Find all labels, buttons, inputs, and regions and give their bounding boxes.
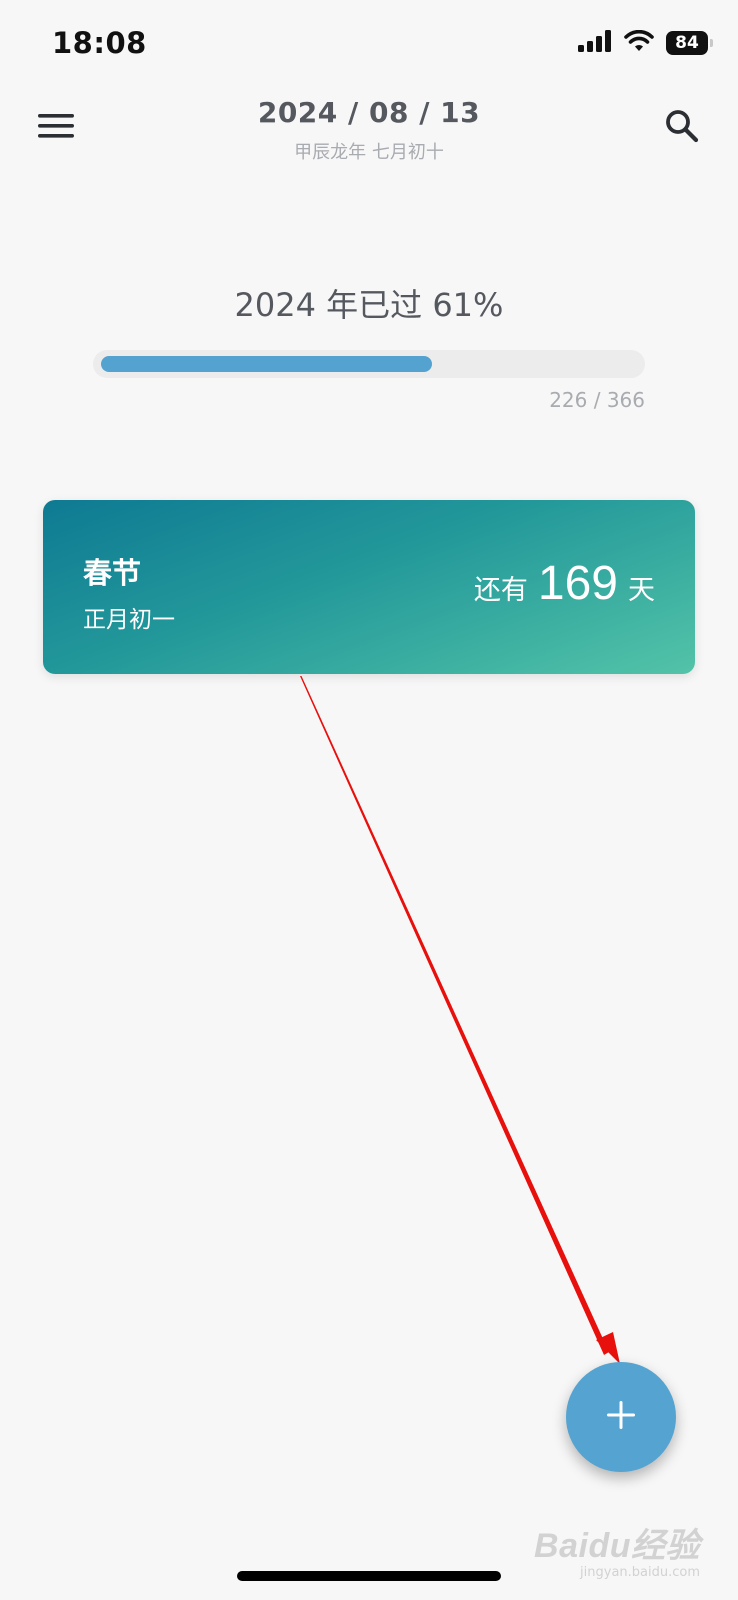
cellular-signal-icon [578,30,612,56]
year-progress-bar [93,350,645,378]
annotation-arrow-shaft [300,676,609,1355]
event-name: 春节 [83,556,142,590]
status-icons: 84 [578,29,713,56]
wifi-icon [624,29,654,56]
annotation-arrow-head [596,1332,620,1364]
countdown-suffix: 天 [628,575,655,606]
search-button[interactable] [660,106,704,150]
search-icon [664,108,700,148]
event-lunar-date: 正月初一 [83,607,175,633]
add-event-button[interactable] [566,1362,676,1472]
home-indicator[interactable] [237,1571,501,1581]
year-progress-fill [101,356,432,372]
battery-icon: 84 [666,31,713,55]
event-countdown: 还有 169 天 [474,560,655,608]
status-bar: 18:08 84 [0,0,738,90]
year-progress-count: 226 / 366 [549,388,645,412]
watermark-logo: Baidu经验 [534,1527,700,1565]
countdown-days: 169 [537,557,618,610]
plus-icon [607,1401,635,1433]
year-progress-title: 2024 年已过 61% [234,286,504,324]
current-date[interactable]: 2024 / 08 / 13 [0,96,738,129]
baidu-watermark: Baidu经验 jingyan.baidu.com [534,1518,700,1580]
countdown-prefix: 还有 [473,575,528,606]
watermark-url: jingyan.baidu.com [580,1565,700,1580]
annotation-arrow [300,676,620,1364]
event-card[interactable]: 春节 正月初一 还有 169 天 [43,500,695,674]
status-time: 18:08 [52,26,147,60]
lunar-date: 甲辰龙年 七月初十 [294,142,444,163]
